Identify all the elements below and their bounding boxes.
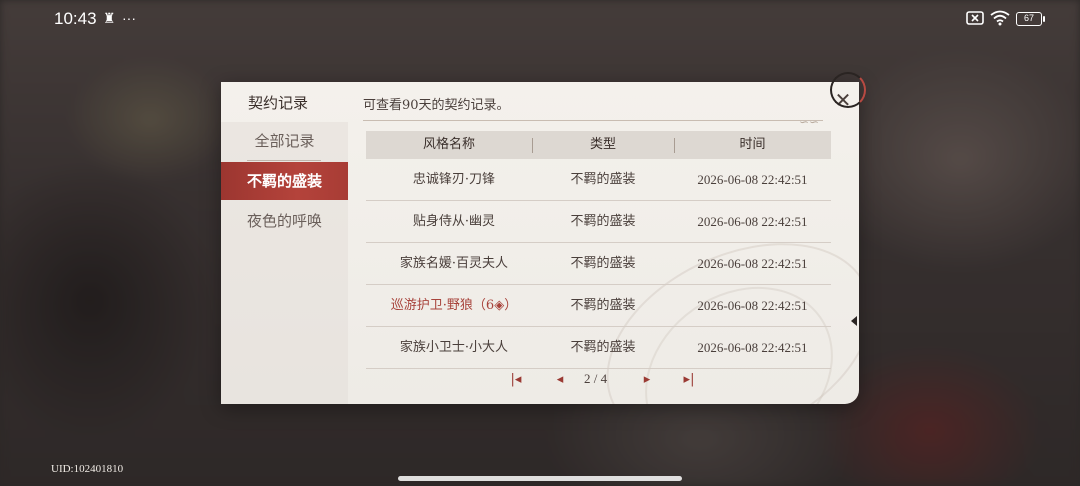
table-row: 忠诚锋刃·刀锋 不羁的盛装 2026-06-08 22:42:51	[366, 159, 831, 201]
column-header-type: 类型	[589, 137, 616, 152]
sidebar-item-label: 全部记录	[254, 132, 315, 150]
more-notifications-indicator: ···	[122, 10, 136, 26]
sidebar-item-label: 夜色的呼唤	[246, 212, 322, 230]
cell-time: 2026-06-08 22:42:51	[697, 256, 808, 271]
table-header: 风格名称 类型 时间	[366, 131, 831, 159]
sidebar-item-unruly-outfit[interactable]: 不羁的盛装	[221, 162, 348, 200]
table-row: 家族名媛·百灵夫人 不羁的盛装 2026-06-08 22:42:51	[366, 243, 831, 285]
dialog-header: 契约记录 可查看90天的契约记录。 ∽∽ ✕	[221, 82, 859, 129]
app-notification-icon: ♜	[103, 10, 116, 26]
no-sim-icon	[966, 11, 984, 28]
flourish-icon: ∽∽	[799, 115, 820, 129]
cell-type: 不羁的盛装	[570, 172, 636, 187]
cell-time: 2026-06-08 22:42:51	[697, 214, 808, 229]
record-category-sidebar: 全部记录 不羁的盛装 夜色的呼唤	[221, 122, 348, 404]
page-indicator: 2 / 4	[584, 371, 608, 386]
user-id-label: UID:102401810	[51, 463, 124, 475]
pagination: |◂ ◂ 2 / 4 ▸ ▸|	[366, 369, 831, 391]
gesture-home-bar[interactable]	[398, 476, 682, 481]
dialog-subtitle: 可查看90天的契约记录。	[363, 98, 510, 113]
cell-type: 不羁的盛装	[570, 298, 636, 313]
cell-style-name: 家族小卫士·小大人	[399, 340, 509, 355]
cell-type: 不羁的盛装	[570, 340, 636, 355]
table-row: 巡游护卫·野狼（6◈） 不羁的盛装 2026-06-08 22:42:51	[366, 285, 831, 327]
cell-style-name: 家族名媛·百灵夫人	[399, 256, 509, 271]
sidebar-divider	[247, 160, 321, 161]
sidebar-item-all-records[interactable]: 全部记录	[221, 122, 348, 160]
dialog-title: 契约记录	[248, 94, 309, 112]
cell-type: 不羁的盛装	[570, 256, 636, 271]
corner-ornament-icon	[830, 72, 866, 108]
last-page-button[interactable]: ▸|	[678, 369, 700, 391]
wifi-icon	[990, 10, 1010, 29]
contract-record-dialog: 契约记录 可查看90天的契约记录。 ∽∽ ✕ 全部记录 不羁的盛装 夜色的呼唤 …	[221, 82, 859, 404]
header-divider	[363, 120, 823, 121]
battery-indicator: 67	[1016, 12, 1045, 26]
prev-page-button[interactable]: ◂	[549, 369, 571, 391]
cell-style-name-highlighted: 巡游护卫·野狼（6◈）	[390, 298, 518, 313]
cell-time: 2026-06-08 22:42:51	[697, 340, 808, 355]
column-header-style-name: 风格名称	[422, 137, 475, 152]
cell-time: 2026-06-08 22:42:51	[697, 298, 808, 313]
cell-type: 不羁的盛装	[570, 214, 636, 229]
cell-style-name: 忠诚锋刃·刀锋	[412, 172, 496, 187]
records-table: 风格名称 类型 时间 忠诚锋刃·刀锋 不羁的盛装 2026-06-08 22:4…	[366, 131, 831, 369]
first-page-button[interactable]: |◂	[505, 369, 527, 391]
table-row: 家族小卫士·小大人 不羁的盛装 2026-06-08 22:42:51	[366, 327, 831, 369]
status-bar: 10:43 ♜ ··· 67	[0, 0, 1080, 40]
cell-style-name: 贴身侍从·幽灵	[412, 214, 496, 229]
sidebar-item-night-call[interactable]: 夜色的呼唤	[221, 202, 348, 240]
side-arrow-icon	[851, 316, 857, 326]
next-page-button[interactable]: ▸	[636, 369, 658, 391]
column-header-time: 时间	[739, 137, 766, 152]
status-time: 10:43	[54, 9, 97, 28]
cell-time: 2026-06-08 22:42:51	[697, 172, 808, 187]
sidebar-item-label: 不羁的盛装	[246, 172, 322, 190]
table-row: 贴身侍从·幽灵 不羁的盛装 2026-06-08 22:42:51	[366, 201, 831, 243]
